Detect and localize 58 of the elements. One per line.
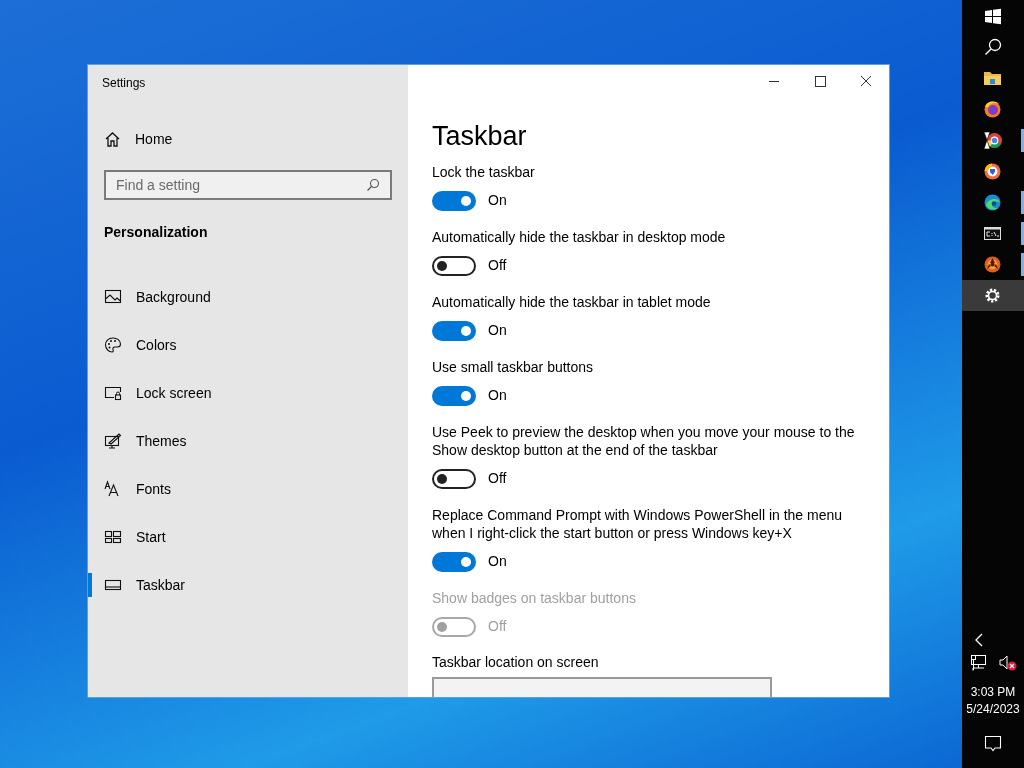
network-icon[interactable] xyxy=(970,654,988,672)
browser-icon xyxy=(983,131,1002,150)
setting-label: Show badges on taskbar buttons xyxy=(432,589,637,607)
tiles-icon xyxy=(104,528,122,546)
lock-screen-icon xyxy=(104,384,122,402)
setting-label: Taskbar location on screen xyxy=(432,653,600,671)
toggle-switch[interactable] xyxy=(432,190,476,211)
toggle-state: On xyxy=(488,321,507,340)
nav-item[interactable]: Themes xyxy=(88,417,408,465)
browser-icon xyxy=(984,101,1001,118)
section-heading: Personalization xyxy=(104,223,208,242)
chevron-icon xyxy=(975,633,983,647)
windows-logo-icon xyxy=(985,8,1001,25)
home-link[interactable]: Home xyxy=(104,128,181,150)
toggle-switch[interactable] xyxy=(432,320,476,341)
selection-indicator xyxy=(88,573,92,597)
toggle-state: On xyxy=(488,386,507,405)
folder-icon xyxy=(984,72,1001,85)
toggle-state: Off xyxy=(488,617,507,636)
clock-time: 3:03 PM xyxy=(970,684,1016,701)
gear-icon xyxy=(985,288,1000,303)
muted-speaker-icon[interactable] xyxy=(998,654,1018,672)
browser-icon xyxy=(984,194,1001,211)
clock-date: 5/24/2023 xyxy=(966,701,1020,718)
nav-item[interactable]: Colors xyxy=(88,321,408,369)
console-icon xyxy=(984,227,1001,240)
setting-label: Use Peek to preview the desktop when you move your mouse to the Show desktop button at the end of the taskbar xyxy=(432,423,856,459)
palette-icon xyxy=(104,336,122,354)
search-icon xyxy=(984,38,1002,56)
setting-label: Replace Command Prompt with Windows PowerShell in the menu when I right-click the start button or press Windows key+X xyxy=(432,506,844,542)
toggle-switch[interactable] xyxy=(432,385,476,406)
page-title: Taskbar xyxy=(432,120,528,153)
search-field[interactable]: Find a setting xyxy=(104,170,392,200)
themes-icon xyxy=(104,432,122,450)
toggle-switch[interactable] xyxy=(432,255,476,276)
nav-item[interactable]: Fonts xyxy=(88,465,408,513)
nav-item[interactable]: Start xyxy=(88,513,408,561)
setting-label: Automatically hide the taskbar in desktop mode xyxy=(432,228,727,246)
toggle-state: On xyxy=(488,552,507,571)
toggle-state: Off xyxy=(488,256,507,275)
taskbar-button[interactable] xyxy=(962,280,1024,311)
nav-item[interactable]: Lock screen xyxy=(88,369,408,417)
notifications-icon[interactable] xyxy=(983,734,1003,754)
toggle-state: On xyxy=(488,191,507,210)
clock[interactable]: 3:03 PM 5/24/2023 xyxy=(966,684,1020,718)
browser-icon xyxy=(984,163,1001,180)
setting-label: Lock the taskbar xyxy=(432,163,536,181)
hazard-icon xyxy=(984,256,1001,273)
toggle-switch[interactable] xyxy=(432,468,476,489)
setting-label: Automatically hide the taskbar in tablet mode xyxy=(432,293,712,311)
setting-label: Use small taskbar buttons xyxy=(432,358,595,376)
window-title: Settings xyxy=(102,75,146,92)
toggle-switch[interactable] xyxy=(432,551,476,572)
picture-icon xyxy=(104,288,122,306)
search-icon xyxy=(366,178,380,192)
nav-item[interactable]: Background xyxy=(88,273,408,321)
toggle-state: Off xyxy=(488,469,507,488)
home-icon xyxy=(104,130,121,148)
